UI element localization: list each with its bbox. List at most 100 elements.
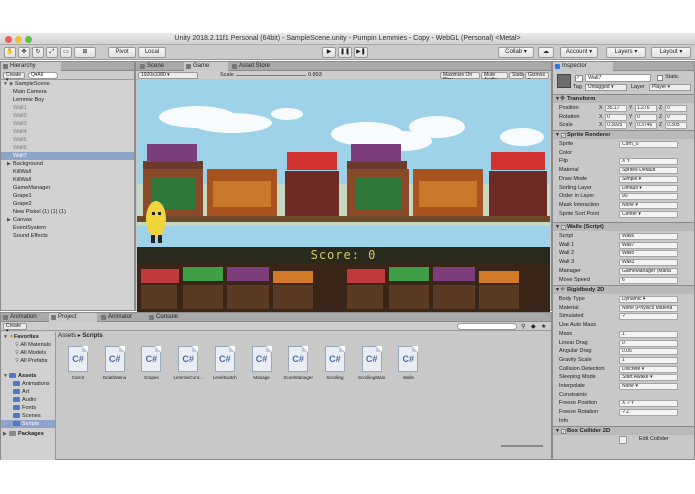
hierarchy-item[interactable]: ▶ Canvas [1,216,134,224]
rotation-y-field[interactable]: 0 [635,113,657,121]
collab-button[interactable]: Collab ▾ [498,47,534,58]
script-file[interactable]: C# LemmieCont... [172,346,204,392]
star-icon[interactable]: ★ [541,323,546,330]
static-checkbox[interactable] [657,75,663,81]
field-value[interactable]: Walls [619,233,678,240]
enabled-checkbox[interactable]: ✓ [561,429,566,434]
folder-item[interactable]: Scenes [1,412,55,420]
field-value[interactable]: None ▾ [619,383,678,390]
field-value[interactable]: GameManager (Mana [619,267,678,275]
hand-tool-button[interactable]: ✋ [4,47,16,58]
script-file[interactable]: C# DeathMenu [99,346,131,392]
rotate-tool-button[interactable]: ↻ [32,47,44,58]
folder-item[interactable]: Art [1,388,55,396]
favorite-item[interactable]: ⚲ All Prefabs [1,357,55,365]
script-file[interactable]: C# Carrot [62,346,94,392]
hierarchy-item[interactable]: Wall3 [1,120,134,128]
field-value[interactable]: 1 [619,330,678,338]
position-x-field[interactable]: 35.17 [605,105,627,112]
field-value[interactable]: ✓Z [619,409,678,417]
packages-header[interactable]: ▶ Packages [1,430,55,438]
script-file[interactable]: C# Walls [392,346,424,392]
filter-icon[interactable]: ⚲ [521,323,525,330]
field-value[interactable]: Default ▾ [619,184,678,192]
assets-header[interactable]: ▼ Assets [1,372,55,380]
folder-item[interactable]: Audio [1,396,55,404]
active-checkbox[interactable]: ✓ [575,75,583,82]
field-value[interactable]: Dynamic ▾ [619,296,678,303]
scene-root[interactable]: ▼◈ SampleScene [1,80,134,88]
tab-animation[interactable]: Animation [1,313,47,322]
layer-select[interactable]: Player ▾ [649,84,691,91]
move-tool-button[interactable]: ✥ [18,47,30,58]
field-value[interactable]: Sprites-Default [619,167,678,175]
hierarchy-item[interactable]: GameManager [1,184,134,192]
field-value[interactable]: Center ▾ [619,210,678,218]
favorite-item[interactable]: ⚲ All Materials [1,341,55,349]
field-value[interactable]: 90 [619,193,678,201]
play-button[interactable]: ▶ [322,47,336,58]
tab-console[interactable]: Console [147,313,193,322]
label-icon[interactable]: ◆ [531,323,536,330]
scale-y-field[interactable]: 0.3746 [635,122,657,130]
hierarchy-item[interactable]: New Pixkel (1) (1) (1) [1,208,134,216]
field-value[interactable]: Wall3 [619,259,678,267]
field-value[interactable]: X Y [619,158,678,166]
field-value[interactable]: Simple ▾ [619,175,678,183]
edit-collider-icon[interactable] [619,436,627,444]
field-value[interactable]: ✓ [619,313,678,321]
hierarchy-item[interactable]: Main Camera [1,88,134,96]
object-name-field[interactable]: Wall7 [585,74,651,82]
pivot-button[interactable]: Pivot [108,47,136,58]
field-value[interactable]: Corn_0 [619,141,678,148]
hierarchy-item[interactable]: Grape1 [1,192,134,200]
transform-header[interactable]: ▼ ✥ Transform [553,94,694,103]
field-value[interactable]: 1 [619,356,678,364]
script-file[interactable]: C# ScoreManager [282,346,314,392]
expand-arrow-icon[interactable]: ▼ [555,427,560,436]
field-value[interactable]: 0 [619,339,678,347]
hierarchy-item[interactable]: Wall2 [1,112,134,120]
field-value[interactable]: 0.05 [619,348,678,356]
script-file[interactable]: C# ScrollingMain [356,346,388,392]
script-file[interactable]: C# Scrolling [319,346,351,392]
gizmos-button[interactable]: Gizmos ▾ [525,72,549,83]
hierarchy-item[interactable]: KillWall [1,168,134,176]
mute-audio-button[interactable]: Mute Audio [481,72,508,83]
position-z-field[interactable]: 0 [665,105,687,112]
tab-project[interactable]: Project [49,313,97,322]
project-create-button[interactable]: Create ▾ [3,323,27,334]
script-file[interactable]: C# Manage [246,346,278,392]
favorites-header[interactable]: ▼★Favorites [1,333,55,341]
rotation-z-field[interactable]: 0 [665,113,687,121]
breadcrumb-scripts[interactable]: Scripts [82,333,102,339]
tab-inspector[interactable]: Inspector [553,62,613,71]
script-file[interactable]: C# LevelSwitch [209,346,241,392]
resolution-select[interactable]: 1920x1080 ▾ [138,72,198,79]
hierarchy-item[interactable]: EventSystem [1,224,134,232]
field-value[interactable]: Discrete ▾ [619,365,678,373]
step-button[interactable]: ▶❚ [354,47,368,58]
hierarchy-item[interactable]: Wall5 [1,136,134,144]
rotation-x-field[interactable]: 0 [605,113,627,121]
field-value[interactable]: 6 [619,276,678,284]
expand-arrow-icon[interactable]: ▼ [555,223,560,232]
layout-button[interactable]: Layout ▾ [651,47,691,58]
tab-scene[interactable]: Scene [138,62,182,71]
hierarchy-search-input[interactable]: Q▾All [28,72,58,79]
hierarchy-item[interactable]: KillWall [1,176,134,184]
hierarchy-item[interactable]: Wall6 [1,144,134,152]
folder-item[interactable]: Fonts [1,404,55,412]
hierarchy-item[interactable]: ▶ Background [1,160,134,168]
hierarchy-item[interactable]: Lemmie Boy [1,96,134,104]
hierarchy-item[interactable]: Wall4 [1,128,134,136]
tab-asset-store[interactable]: Asset Store [230,62,286,71]
box-collider-header[interactable]: ▼ ✓ Box Collider 2D [553,426,694,435]
maximize-on-play-button[interactable]: Maximize On Play [440,72,480,83]
position-y-field[interactable]: 1.276 [635,105,657,112]
tab-game[interactable]: Game [184,62,228,71]
enabled-checkbox[interactable]: ✓ [561,225,566,230]
scale-tool-button[interactable]: ⤢ [46,47,58,58]
cloud-icon[interactable]: ☁ [538,47,554,58]
rigidbody-header[interactable]: ▼ ✧ Rigidbody 2D [553,285,694,294]
